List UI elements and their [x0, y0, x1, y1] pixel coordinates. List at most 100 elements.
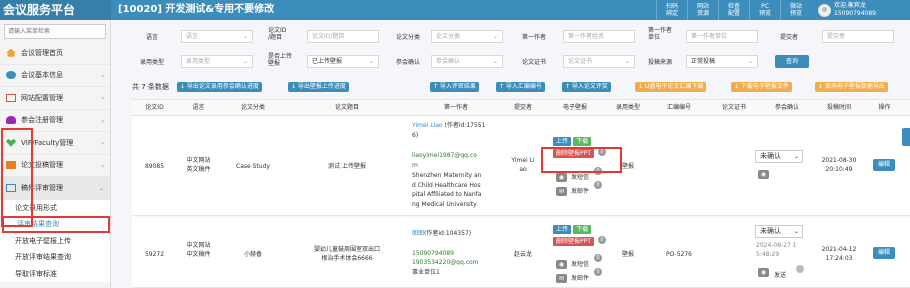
- source-select-value: 正常投稿: [691, 58, 716, 65]
- poster-uploaded-select-value: 已上传壁报: [312, 58, 343, 65]
- home-icon: [6, 48, 16, 57]
- col-attend-confirm: 参会确认: [774, 104, 799, 111]
- mobile-preview-l1: 微站: [789, 3, 802, 10]
- download-button[interactable]: 下载: [573, 137, 592, 146]
- accept-type-select[interactable]: 录用类型 ⌄: [181, 55, 253, 68]
- sidebar-subitem-open-poster-upload[interactable]: 开放电子壁报上传: [0, 232, 110, 249]
- sidebar-item-home[interactable]: 会议管理首页: [0, 42, 110, 65]
- paper-id-input[interactable]: 论文ID/题目: [307, 30, 379, 43]
- check-config-button[interactable]: 检查 配置: [718, 0, 749, 20]
- table-row: 89085 中文网站 英文稿件 Case Study 测试 上传壁报 Yimei…: [132, 116, 910, 216]
- chevron-down-icon: ⌄: [492, 58, 498, 65]
- filter-label-submitter: 提交者: [780, 34, 799, 41]
- meeting-title: [10020] 开发测试&专用不要修改: [118, 4, 275, 15]
- avatar: [818, 3, 831, 17]
- edit-button[interactable]: 编辑: [873, 247, 895, 259]
- category: 小赫香: [243, 251, 262, 258]
- view-icon[interactable]: ◉: [758, 170, 769, 179]
- feedback-tab[interactable]: [902, 128, 910, 146]
- confirm-select[interactable]: 未确认 ⌄: [755, 150, 803, 163]
- export-poster-progress-button[interactable]: ↓ 导出壁报上传进度: [288, 82, 349, 92]
- user-menu[interactable]: 欢迎,衡宾龙 15090794089: [818, 0, 876, 20]
- mobile-preview-button[interactable]: 微站 预览: [780, 0, 811, 20]
- author-org: Shenzhen Maternity an d Child Healthcare…: [412, 172, 482, 208]
- chevron-down-icon: ⌄: [98, 185, 104, 192]
- poster-uploaded-select[interactable]: 已上传壁报 ⌄: [307, 55, 379, 68]
- submitter-input[interactable]: 提交者: [822, 30, 894, 43]
- category-select[interactable]: 论文分类 ⌄: [431, 30, 503, 43]
- chevron-down-icon: ⌄: [793, 228, 799, 235]
- chevron-down-icon: ⌄: [242, 33, 248, 40]
- accept-type: 壁报: [621, 251, 634, 258]
- usb-compile-download-button[interactable]: ↓ U盘电子论文汇编下载: [635, 82, 707, 92]
- col-poster: 电子壁报: [562, 104, 587, 111]
- col-compile-number: 汇编编号: [666, 104, 691, 111]
- filter-label-first-author: 第一作者: [522, 34, 547, 41]
- filter-label-paper-id: 论文ID /题目: [268, 27, 287, 41]
- confirm-time: 2024-08-27 1 5:48:29: [756, 242, 797, 258]
- first-author-input[interactable]: 第一作者姓名: [563, 30, 635, 43]
- chevron-down-icon: ⌄: [624, 58, 630, 65]
- sidebar-item-basic-info[interactable]: 会议基本信息 ‹: [0, 65, 110, 87]
- author-name-link[interactable]: 图图: [412, 230, 424, 237]
- pc-preview-l2: 预览: [758, 10, 771, 17]
- upload-button[interactable]: 上传: [553, 137, 572, 146]
- upload-button[interactable]: 上传: [553, 225, 572, 234]
- paper-id: 59272: [144, 251, 165, 258]
- col-certificate: 论文证书: [721, 104, 746, 111]
- chevron-down-icon: ⌄: [793, 153, 799, 160]
- pc-preview-button[interactable]: PC 预览: [749, 0, 780, 20]
- search-button[interactable]: 查询: [775, 55, 809, 68]
- import-award-button[interactable]: ↑ 导入论文评奖: [562, 82, 611, 92]
- attend-confirm-select[interactable]: 参会确认 ⌄: [431, 55, 503, 68]
- attend-confirm-select-placeholder: 参会确认: [436, 58, 461, 65]
- filter-label-language: 语言: [146, 34, 159, 41]
- edit-button[interactable]: 编辑: [873, 159, 895, 171]
- gear-icon: [6, 71, 16, 80]
- col-paper-id: 论文ID: [145, 104, 164, 111]
- app-logo[interactable]: 会议服务平台: [0, 0, 111, 20]
- chevron-left-icon: ‹: [101, 117, 104, 125]
- language-select[interactable]: 语言 ⌄: [181, 30, 253, 43]
- view-icon[interactable]: ◉: [758, 268, 769, 277]
- import-review-results-button[interactable]: ↑ 导入评审结果: [430, 82, 479, 92]
- submit-time: 2021-08-30 20:10:49: [821, 157, 857, 173]
- sidebar-highlight-box: [1, 128, 33, 227]
- sidebar-subitem-review-criteria[interactable]: 导取评审标准: [0, 265, 110, 282]
- submit-time: 2021-04-12 17:24:03: [821, 246, 857, 262]
- first-author-org-input[interactable]: 第一作者单位: [686, 30, 758, 43]
- col-first-author: 第一作者: [443, 104, 468, 111]
- sidebar-subitem-open-result-query[interactable]: 开放评审结果查询: [0, 249, 110, 266]
- filter-label-category: 论文分类: [396, 34, 421, 41]
- sidebar-item-label: 会议基本信息: [21, 71, 63, 80]
- site-resources-button[interactable]: 网站 资源: [687, 0, 718, 20]
- download-button[interactable]: 下载: [573, 225, 592, 234]
- poster-actions: 上传 下载 删除壁报PPT: [553, 225, 594, 246]
- export-accept-progress-button[interactable]: ↓ 导出论文录用参会确认进度: [177, 82, 262, 92]
- filter-label-certificate: 论文证书: [522, 59, 547, 66]
- confirm-select[interactable]: 未确认 ⌄: [755, 225, 803, 238]
- download-poster-files-button[interactable]: ↓ 下载电子壁报文件: [731, 82, 792, 92]
- import-compile-number-button[interactable]: ↑ 导入汇编编号: [496, 82, 545, 92]
- col-submitter: 提交者: [513, 104, 532, 111]
- paper-title: 测试 上传壁报: [328, 163, 366, 170]
- col-category: 论文分类: [240, 104, 265, 111]
- check-config-l1: 检查: [727, 3, 740, 10]
- paper-id: 89085: [144, 163, 165, 170]
- export-onsite-poster-button[interactable]: ↓ 现场电子壁报数据导出: [815, 82, 888, 92]
- email-icon[interactable]: ✉: [556, 187, 567, 196]
- menu-search-input[interactable]: [4, 23, 106, 39]
- sidebar-item-site-config[interactable]: 网站配置管理 ‹: [0, 87, 110, 110]
- send-sms-label: 发短信: [571, 174, 590, 181]
- sms-icon[interactable]: ◉: [556, 173, 567, 182]
- author-org: 事业单位1: [412, 269, 440, 276]
- email-icon[interactable]: ✉: [556, 274, 567, 283]
- chevron-left-icon: ‹: [101, 162, 104, 170]
- author-name-link[interactable]: Yimei Liao: [412, 122, 443, 129]
- first-author: 图图(作者id:104357): [412, 229, 504, 238]
- certificate-select[interactable]: 论文证书 ⌄: [563, 55, 635, 68]
- source-select[interactable]: 正常投稿 ⌄: [686, 55, 758, 68]
- scan-bind-button[interactable]: 扫码 绑定: [656, 0, 687, 20]
- delete-poster-button[interactable]: 删除壁报PPT: [553, 237, 594, 246]
- sms-icon[interactable]: ◉: [556, 260, 567, 269]
